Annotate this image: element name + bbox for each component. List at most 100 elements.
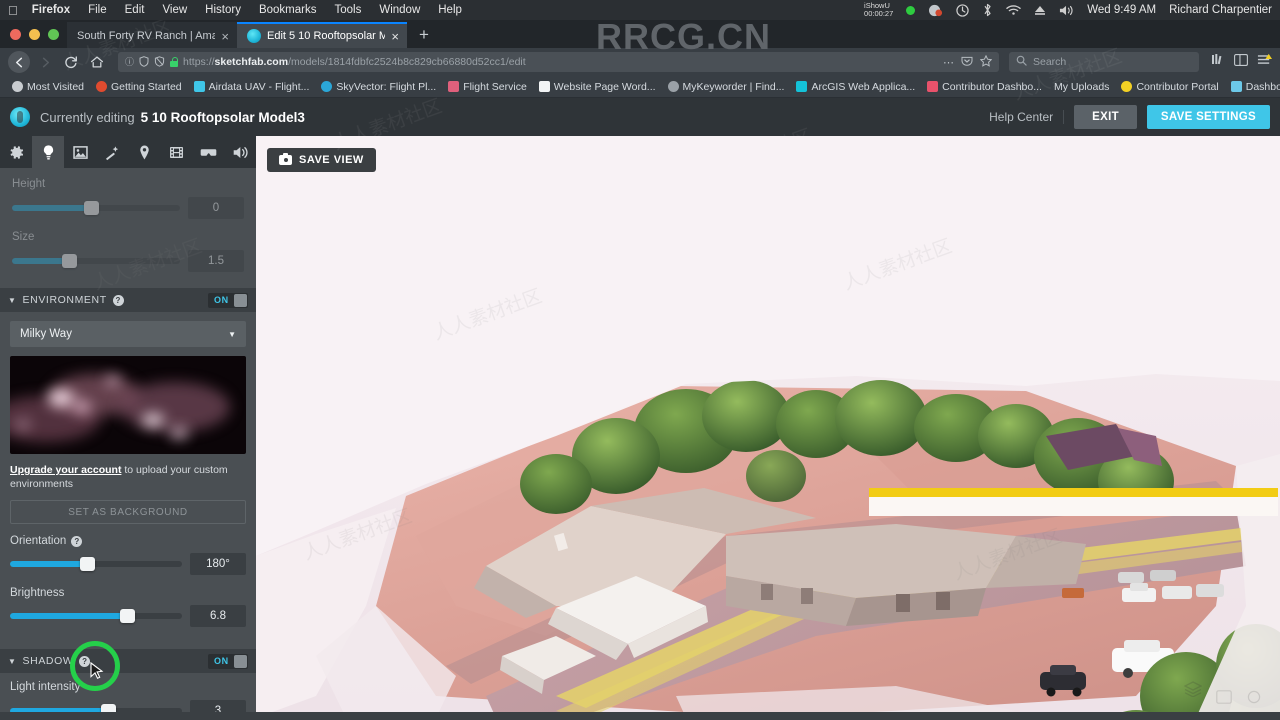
chevron-down-icon[interactable]: ▼ xyxy=(8,657,17,666)
bookmark-most-visited[interactable]: Most Visited xyxy=(6,81,90,93)
page-actions-icon[interactable]: ⋯ xyxy=(943,56,954,69)
bookmark-dashboard[interactable]: Dashboard xyxy=(1225,81,1280,93)
library-icon[interactable] xyxy=(1211,53,1225,71)
shadow-section-header[interactable]: ▼ SHADOW ? ON xyxy=(0,649,256,673)
bookmark-my-uploads[interactable]: My Uploads xyxy=(1048,81,1115,93)
menu-view[interactable]: View xyxy=(162,4,187,16)
sidebar-toggle-icon[interactable] xyxy=(1234,53,1248,71)
chevron-down-icon[interactable]: ▼ xyxy=(228,330,236,339)
height-slider[interactable] xyxy=(12,201,180,215)
menu-file[interactable]: File xyxy=(88,4,107,16)
hamburger-menu-icon[interactable] xyxy=(1257,53,1272,71)
bookmark-getting-started[interactable]: Getting Started xyxy=(90,81,188,93)
menu-edit[interactable]: Edit xyxy=(125,4,145,16)
size-value[interactable]: 1.5 xyxy=(188,250,244,272)
model-viewport[interactable]: SAVE VIEW 人人素材 xyxy=(256,136,1280,718)
orientation-slider-row[interactable]: 180° xyxy=(10,553,246,575)
reload-button[interactable] xyxy=(60,51,82,73)
dropbox-icon[interactable] xyxy=(928,4,943,17)
question-mark-icon[interactable]: ? xyxy=(112,294,124,306)
save-settings-button[interactable]: SAVE SETTINGS xyxy=(1146,105,1270,129)
brightness-slider-row[interactable]: 6.8 xyxy=(10,605,246,627)
size-slider-row[interactable]: 1.5 xyxy=(12,250,244,272)
tracker-shield-icon[interactable] xyxy=(154,55,165,69)
close-icon[interactable]: × xyxy=(221,30,229,43)
bookmark-contributor-dashboard[interactable]: Contributor Dashbo... xyxy=(921,81,1048,93)
orientation-slider[interactable] xyxy=(10,557,182,571)
bookmark-skyvector[interactable]: SkyVector: Flight Pl... xyxy=(315,81,442,93)
apple-icon[interactable]:  xyxy=(8,4,18,17)
brightness-slider[interactable] xyxy=(10,609,182,623)
new-tab-button[interactable]: + xyxy=(407,22,441,48)
menubar-username[interactable]: Richard Charpentier xyxy=(1169,4,1272,16)
forward-button[interactable] xyxy=(34,51,56,73)
url-bar[interactable]: ⓘ https://sketchfab.com/models/1814fdbfc… xyxy=(118,52,999,72)
tool-tab-sound[interactable] xyxy=(224,136,256,168)
shadow-toggle[interactable]: ON xyxy=(208,653,248,669)
sketchfab-logo-icon[interactable] xyxy=(10,107,30,127)
menu-tools[interactable]: Tools xyxy=(334,4,361,16)
size-slider[interactable] xyxy=(12,254,180,268)
tool-tab-lighting[interactable] xyxy=(32,136,64,168)
pocket-icon[interactable] xyxy=(961,55,973,70)
tool-tab-post-processing[interactable] xyxy=(96,136,128,168)
brightness-value[interactable]: 6.8 xyxy=(190,605,246,627)
photogrammetry-model[interactable] xyxy=(256,136,1280,718)
home-button[interactable] xyxy=(86,51,108,73)
orientation-value[interactable]: 180° xyxy=(190,553,246,575)
menu-firefox[interactable]: Firefox xyxy=(32,4,70,16)
eject-icon[interactable] xyxy=(1034,4,1046,16)
help-center-link[interactable]: Help Center xyxy=(989,110,1065,124)
menu-help[interactable]: Help xyxy=(438,4,462,16)
layers-icon[interactable] xyxy=(1183,681,1203,702)
minimize-window-button[interactable] xyxy=(29,28,40,40)
browser-tab-2[interactable]: Edit 5 10 Rooftopsolar Model3 × xyxy=(237,22,407,48)
menubar-clock[interactable]: Wed 9:49 AM xyxy=(1087,4,1156,16)
shield-icon[interactable] xyxy=(139,55,149,69)
bookmark-arcgis[interactable]: ArcGIS Web Applica... xyxy=(790,81,921,93)
menu-window[interactable]: Window xyxy=(379,4,420,16)
question-mark-icon[interactable]: ? xyxy=(71,535,83,547)
wifi-icon[interactable] xyxy=(1006,4,1021,16)
time-machine-icon[interactable] xyxy=(956,3,969,17)
menu-history[interactable]: History xyxy=(205,4,241,16)
orientation-slider-knob[interactable] xyxy=(80,557,96,571)
size-slider-knob[interactable] xyxy=(62,254,78,268)
back-button[interactable] xyxy=(8,51,30,73)
zoom-window-button[interactable] xyxy=(48,28,59,40)
ishowu-timer[interactable]: iShowU 00:00:27 xyxy=(864,2,893,18)
height-slider-row[interactable]: 0 xyxy=(12,197,244,219)
tool-tab-annotations[interactable] xyxy=(128,136,160,168)
tool-tab-scene-settings[interactable] xyxy=(0,136,32,168)
exit-button[interactable]: EXIT xyxy=(1074,105,1137,129)
menu-bookmarks[interactable]: Bookmarks xyxy=(259,4,317,16)
bookmark-website-page-word[interactable]: Website Page Word... xyxy=(533,81,662,93)
tool-tab-materials[interactable] xyxy=(64,136,96,168)
save-view-button[interactable]: SAVE VIEW xyxy=(267,148,376,172)
tool-tab-animation[interactable] xyxy=(160,136,192,168)
upgrade-account-link[interactable]: Upgrade your account xyxy=(10,464,121,476)
environment-thumbnail[interactable] xyxy=(10,356,246,454)
volume-icon[interactable] xyxy=(1059,4,1074,17)
height-value[interactable]: 0 xyxy=(188,197,244,219)
height-slider-knob[interactable] xyxy=(83,201,99,215)
info-icon[interactable]: ⓘ xyxy=(125,57,134,67)
bookmark-star-icon[interactable] xyxy=(979,54,993,70)
close-window-button[interactable] xyxy=(10,28,21,40)
environment-preset-select[interactable]: Milky Way ▼ xyxy=(10,321,246,347)
bookmark-contributor-portal[interactable]: Contributor Portal xyxy=(1115,81,1224,93)
bluetooth-icon[interactable] xyxy=(982,3,993,17)
bookmark-mykeyworder[interactable]: MyKeyworder | Find... xyxy=(662,81,791,93)
search-bar[interactable]: Search xyxy=(1009,52,1199,72)
browser-tab-1[interactable]: South Forty RV Ranch | Amazing Tu × xyxy=(67,22,237,48)
environment-toggle[interactable]: ON xyxy=(208,292,248,308)
chevron-down-icon[interactable]: ▼ xyxy=(8,296,17,305)
bookmark-flight-service[interactable]: Flight Service xyxy=(442,81,533,93)
close-icon[interactable]: × xyxy=(391,30,399,43)
viewport-hud-icons[interactable] xyxy=(1216,690,1262,704)
set-as-background-button[interactable]: SET AS BACKGROUND xyxy=(10,500,246,524)
bookmark-airdata-uav[interactable]: Airdata UAV - Flight... xyxy=(188,81,316,93)
tool-tab-vr[interactable] xyxy=(192,136,224,168)
window-controls[interactable] xyxy=(8,20,67,48)
brightness-slider-knob[interactable] xyxy=(119,609,135,623)
